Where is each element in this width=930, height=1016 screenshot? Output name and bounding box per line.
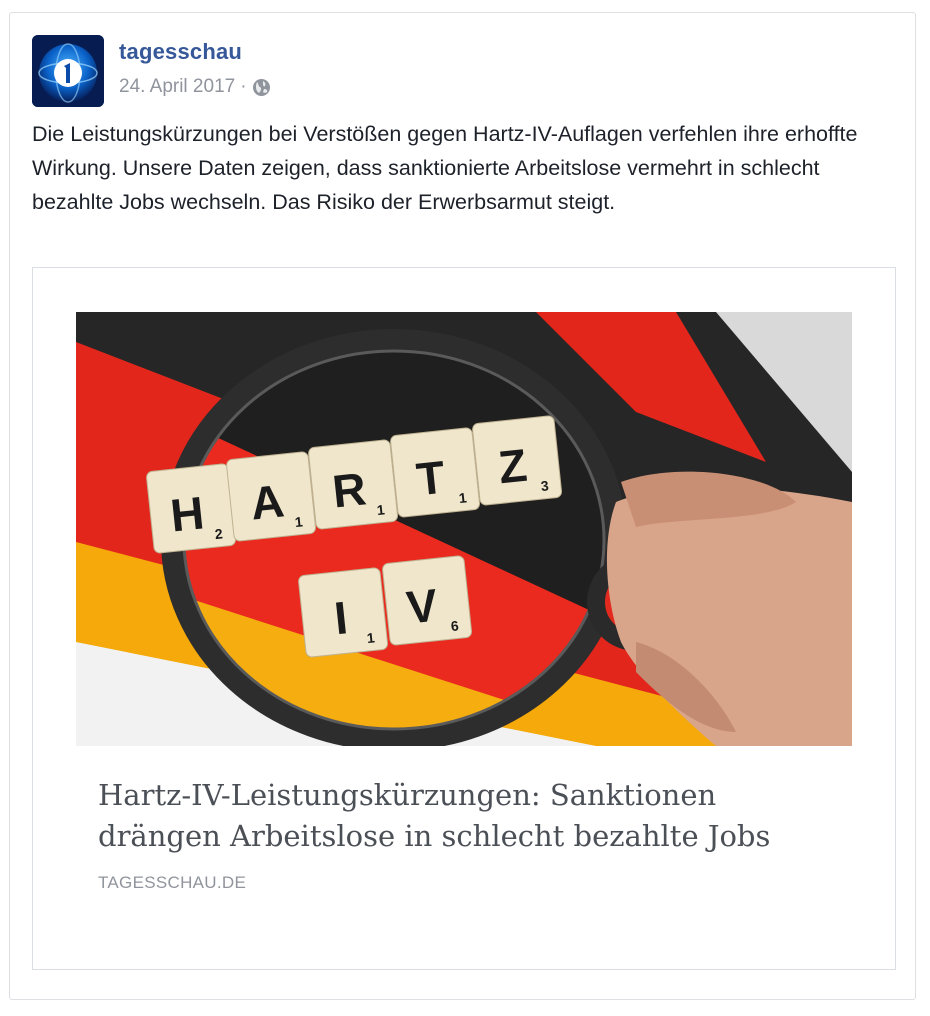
link-domain: TAGESSCHAU.DE [98,873,247,892]
tile-letter-r: R [330,462,368,517]
page-name-link[interactable]: tagesschau [119,39,242,65]
post-date[interactable]: 24. April 2017 [119,76,235,98]
link-title[interactable]: Hartz-IV-Leistungskürzungen: Sanktionen … [98,775,838,857]
meta-separator: · [240,76,247,97]
link-preview-card[interactable]: H 2 A 1 R 1 T 1 Z 3 I 1 V 6 Hartz-IV-Lei… [32,267,896,970]
page-avatar[interactable] [32,35,104,107]
hartz-iv-magnifier-image: H 2 A 1 R 1 T 1 Z 3 I 1 V 6 [76,312,852,746]
tile-letter-t: T [414,451,447,506]
tagesschau-logo-icon [32,35,104,107]
tile-letter-z: Z [496,439,529,494]
post-meta: 24. April 2017 · [119,76,271,98]
post-message: Die Leistungskürzungen bei Verstößen geg… [32,122,858,214]
tile-letter-v: V [404,579,440,634]
facebook-post: tagesschau 24. April 2017 · Die Leistung… [9,12,916,1000]
link-preview-image[interactable]: H 2 A 1 R 1 T 1 Z 3 I 1 V 6 [76,312,852,746]
tile-letter-a: A [248,474,286,529]
tile-letter-h: H [168,486,206,541]
globe-icon[interactable] [252,78,271,97]
